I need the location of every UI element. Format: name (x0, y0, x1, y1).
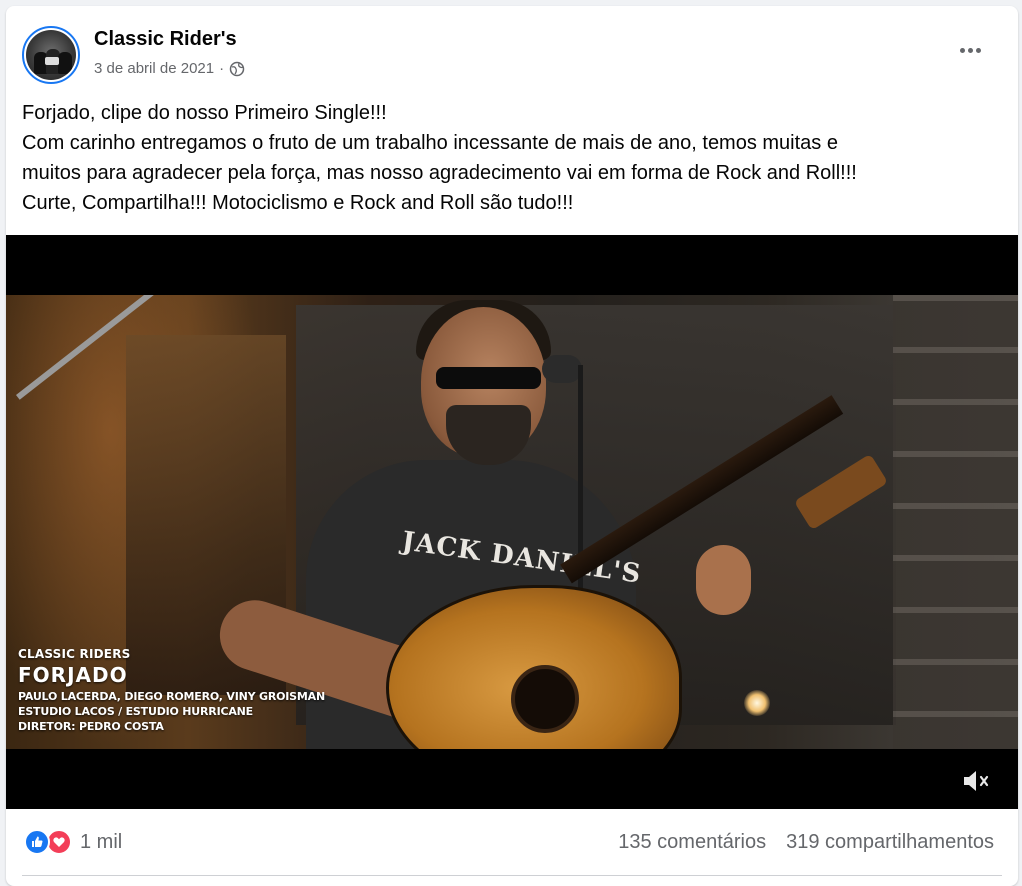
like-icon (24, 829, 50, 855)
post-text-line: Forjado, clipe do nosso Primeiro Single!… (22, 102, 387, 124)
post-meta: 3 de abril de 2021 · (94, 60, 245, 77)
page-name-link[interactable]: Classic Rider's (94, 28, 237, 51)
post-text-line: muitos para agradecer pela força, mas no… (22, 162, 857, 184)
post-date-link[interactable]: 3 de abril de 2021 (94, 60, 214, 77)
video-player[interactable]: JACK DANIEL'S CLASSIC RIDERS FORJADO PAU… (6, 235, 1018, 809)
globe-icon[interactable] (229, 61, 245, 77)
credits-line: ESTUDIO LACOS / ESTUDIO HURRICANE (18, 705, 253, 718)
credits-line: DIRETOR: PEDRO COSTA (18, 720, 164, 733)
credits-song: FORJADO (18, 663, 128, 687)
video-credits: CLASSIC RIDERS FORJADO PAULO LACERDA, DI… (18, 647, 325, 734)
credits-band: CLASSIC RIDERS (18, 647, 131, 661)
post-text-line: Curte, Compartilha!!! Motociclismo e Roc… (22, 192, 574, 214)
post-text: Forjado, clipe do nosso Primeiro Single!… (22, 98, 1002, 218)
comments-count-link[interactable]: 135 comentários (618, 831, 766, 854)
post-card: Classic Rider's 3 de abril de 2021 · For… (6, 6, 1018, 886)
reaction-count[interactable]: 1 mil (80, 831, 122, 854)
avatar-image (26, 30, 76, 80)
speaker-muted-icon[interactable] (960, 765, 992, 797)
meta-separator: · (219, 60, 225, 77)
more-options-icon[interactable] (952, 36, 988, 64)
reactions-summary[interactable]: 1 mil (24, 829, 122, 855)
engagement-stats: 135 comentários 319 compartilhamentos (618, 831, 994, 854)
post-text-line: Com carinho entregamos o fruto de um tra… (22, 132, 838, 154)
credits-line: PAULO LACERDA, DIEGO ROMERO, VINY GROISM… (18, 690, 325, 703)
shares-count-link[interactable]: 319 compartilhamentos (786, 831, 994, 854)
page-avatar[interactable] (22, 26, 80, 84)
post-footer: 1 mil 135 comentários 319 compartilhamen… (6, 809, 1018, 879)
post-header: Classic Rider's 3 de abril de 2021 · (6, 6, 1018, 94)
